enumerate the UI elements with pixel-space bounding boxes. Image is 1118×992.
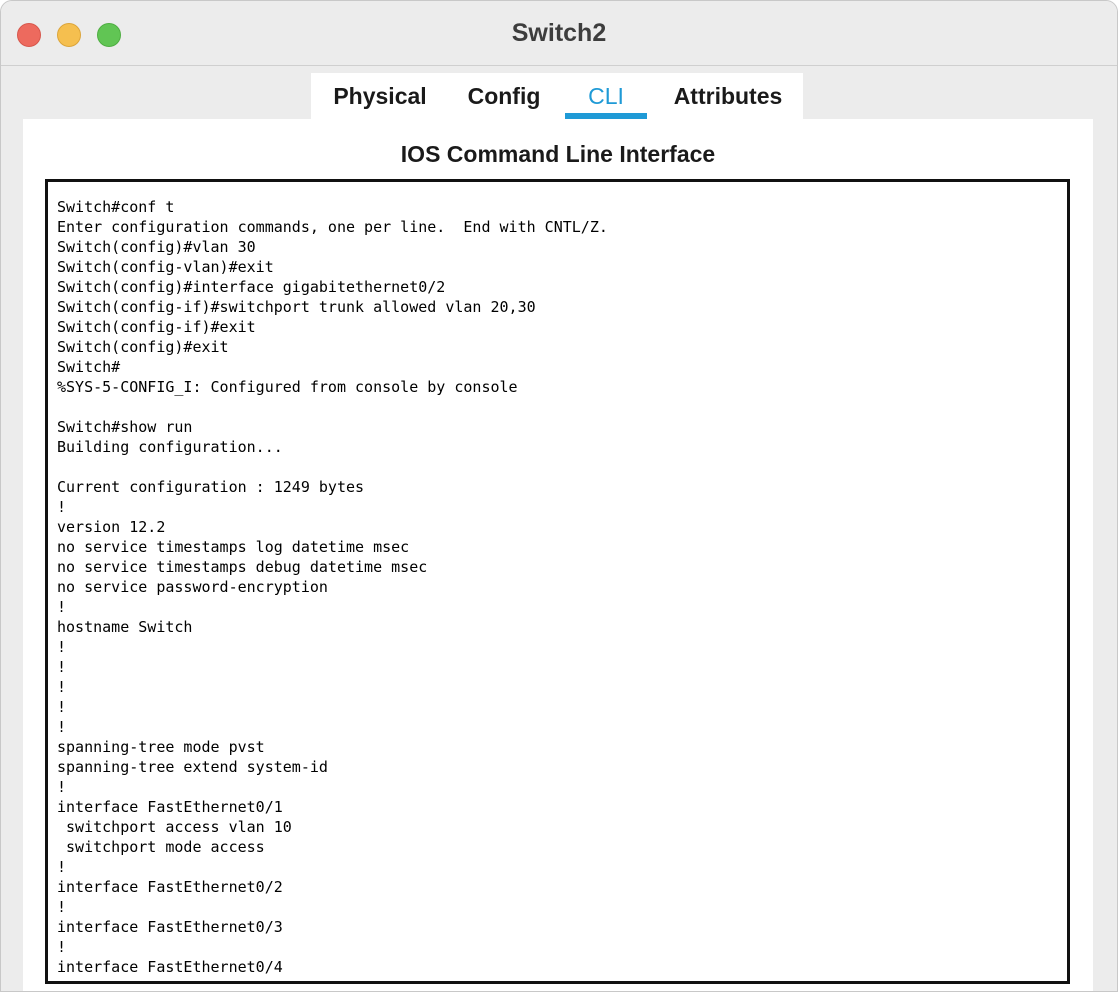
tab-attributes[interactable]: Attributes: [663, 73, 793, 119]
cli-line: %SYS-5-CONFIG_I: Configured from console…: [57, 378, 518, 396]
cli-line: spanning-tree mode pvst: [57, 738, 265, 756]
cli-line: Current configuration : 1249 bytes: [57, 478, 365, 496]
cli-console[interactable]: Switch#conf t Enter configuration command…: [45, 179, 1070, 984]
cli-line: Switch#show run: [57, 418, 193, 436]
cli-line: !: [57, 718, 67, 736]
cli-line: !: [57, 778, 67, 796]
cli-line: no service password-encryption: [57, 578, 328, 596]
cli-line: !: [57, 658, 67, 676]
tab-physical[interactable]: Physical: [325, 73, 435, 119]
cli-line: switchport mode access: [57, 838, 265, 856]
cli-line: spanning-tree extend system-id: [57, 758, 328, 776]
cli-line: switchport access vlan 10: [57, 818, 292, 836]
cli-line: Switch(config)#exit: [57, 338, 229, 356]
cli-line: Switch(config-vlan)#exit: [57, 258, 274, 276]
cli-line: Switch(config-if)#exit: [57, 318, 256, 336]
cli-line: !: [57, 938, 67, 956]
cli-line: [57, 397, 1058, 417]
cli-line: Switch(config)#vlan 30: [57, 238, 256, 256]
cli-line: Enter configuration commands, one per li…: [57, 218, 608, 236]
app-window: Switch2 Physical Config CLI Attributes I…: [0, 0, 1118, 992]
cli-line: hostname Switch: [57, 618, 193, 636]
cli-line: Switch(config)#interface gigabitethernet…: [57, 278, 446, 296]
tab-bar: Physical Config CLI Attributes: [311, 73, 803, 119]
tab-config[interactable]: Config: [459, 73, 549, 119]
title-bar[interactable]: Switch2: [1, 1, 1117, 66]
cli-line: !: [57, 858, 67, 876]
cli-line: !: [57, 898, 67, 916]
cli-output: Switch#conf t Enter configuration command…: [48, 182, 1067, 981]
cli-line: !: [57, 498, 67, 516]
cli-line: Switch#: [57, 358, 121, 376]
cli-line: interface FastEthernet0/1: [57, 798, 283, 816]
cli-line: !: [57, 638, 67, 656]
tab-cli[interactable]: CLI: [565, 73, 647, 119]
cli-line: Switch#conf t: [57, 198, 175, 216]
panel-title: IOS Command Line Interface: [400, 141, 716, 167]
cli-line: interface FastEthernet0/3: [57, 918, 283, 936]
cli-line: Switch(config-if)#switchport trunk allow…: [57, 298, 536, 316]
cli-line: interface FastEthernet0/4: [57, 958, 283, 976]
cli-line: Building configuration...: [57, 438, 283, 456]
cli-line: no service timestamps debug datetime mse…: [57, 558, 428, 576]
cli-line: version 12.2: [57, 518, 166, 536]
cli-line: no service timestamps log datetime msec: [57, 538, 410, 556]
cli-line: !: [57, 678, 67, 696]
window-title: Switch2: [511, 19, 607, 47]
cli-line: !: [57, 977, 1058, 981]
cli-panel: IOS Command Line Interface Switch#conf t…: [23, 119, 1093, 991]
cli-line: interface FastEthernet0/2: [57, 878, 283, 896]
cli-line: !: [57, 698, 67, 716]
cli-line: !: [57, 598, 67, 616]
cli-line: [57, 457, 1058, 477]
